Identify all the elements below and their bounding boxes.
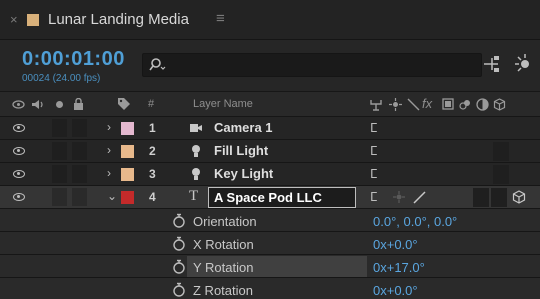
layer-number: 2 [149,144,156,158]
layer-number: 1 [149,121,156,135]
property-row-z-rotation[interactable]: Z Rotation 0x+0.0° [0,278,540,299]
layer-label-color[interactable] [121,168,134,181]
property-value[interactable]: 0x+17.0° [373,260,425,275]
solo-switch[interactable] [52,142,67,160]
layer-row-camera[interactable]: › 1 Camera 1 ⵎ [0,117,540,140]
property-name: Orientation [193,214,257,229]
solo-switch[interactable] [52,188,67,206]
audio-icon[interactable] [31,99,44,110]
stopwatch-icon[interactable] [172,213,186,228]
motion-blur-icon[interactable] [459,98,472,111]
expand-chevron-icon[interactable]: › [107,143,111,157]
expand-chevron-icon[interactable]: › [107,120,111,134]
property-row-y-rotation[interactable]: Y Rotation 0x+17.0° [0,255,540,278]
lock-switch[interactable] [72,142,87,160]
layer-number: 4 [149,190,156,204]
shy-switch-icon[interactable] [392,190,406,204]
light-bulb-icon [192,168,200,180]
parent-pickwhip-icon[interactable]: ⵎ [370,144,377,158]
lock-switch[interactable] [72,165,87,183]
timeline-toolbar: 0:00:01:00 00024 (24.00 fps) [0,40,540,92]
layer-number: 3 [149,167,156,181]
camera-icon [190,124,202,132]
layer-label-color[interactable] [121,145,134,158]
text-layer-icon: T [189,188,199,204]
3d-layer-icon[interactable] [512,190,526,204]
composition-color-swatch [27,14,39,26]
draft-3d-icon[interactable] [514,53,536,75]
3d-layer-switch[interactable] [493,142,509,161]
quality-switch-icon[interactable] [412,190,426,204]
lock-switch[interactable] [72,188,87,206]
search-icon [149,58,166,71]
layer-label-color[interactable] [121,122,134,135]
adjustment-layer-switch[interactable] [473,188,489,207]
layer-name[interactable]: A Space Pod LLC [214,190,322,205]
frame-count-display: 00024 (24.00 fps) [22,73,101,84]
property-value[interactable]: 0x+0.0° [373,237,418,252]
visibility-eye-icon[interactable] [13,124,25,132]
property-row-orientation[interactable]: Orientation 0.0°, 0.0°, 0.0° [0,209,540,232]
visibility-eye-icon[interactable] [13,170,25,178]
eye-icon[interactable] [12,100,25,109]
frame-blending-icon[interactable] [442,98,454,110]
stopwatch-icon[interactable] [172,259,186,274]
expand-chevron-icon[interactable]: › [107,166,111,180]
parent-pickwhip-icon[interactable]: ⵎ [370,167,377,181]
solo-switch[interactable] [52,119,67,137]
light-bulb-icon [192,145,200,157]
panel-menu-icon[interactable]: ≡ [216,10,225,27]
visibility-eye-icon[interactable] [13,147,25,155]
panel-tab-bar: × Lunar Landing Media ≡ [0,0,540,40]
property-value[interactable]: 0x+0.0° [373,283,418,298]
parent-pickwhip-icon[interactable] [369,98,383,111]
label-tag-icon[interactable] [117,97,131,111]
layer-name[interactable]: Camera 1 [214,120,273,135]
property-name: Z Rotation [193,283,253,298]
property-name: Y Rotation [193,260,254,275]
layer-row-text[interactable]: ⌄ 4 T A Space Pod LLC ⵎ [0,186,540,209]
layer-row-key-light[interactable]: › 3 Key Light ⵎ [0,163,540,186]
shy-switch-icon[interactable] [389,98,402,111]
panel-title[interactable]: Lunar Landing Media [48,11,189,28]
stopwatch-icon[interactable] [172,282,186,297]
property-value[interactable]: 0.0°, 0.0°, 0.0° [373,214,457,229]
layer-name-column-header[interactable]: Layer Name [193,98,253,110]
current-time-display[interactable]: 0:00:01:00 [22,48,125,71]
parent-pickwhip-icon[interactable]: ⵎ [370,121,377,135]
property-row-x-rotation[interactable]: X Rotation 0x+0.0° [0,232,540,255]
layer-column-header: # Layer Name fx [0,92,540,117]
number-column-header[interactable]: # [148,98,154,110]
collapse-chevron-icon[interactable]: ⌄ [107,189,117,203]
layer-name[interactable]: Key Light [214,166,273,181]
layer-name-edit-field[interactable]: A Space Pod LLC [208,187,356,208]
solo-switch[interactable] [52,165,67,183]
layer-name[interactable]: Fill Light [214,143,268,158]
property-name: X Rotation [193,237,254,252]
close-tab-icon[interactable]: × [10,12,18,27]
lock-switch[interactable] [72,119,87,137]
visibility-eye-icon[interactable] [13,193,25,201]
solo-icon[interactable] [55,100,64,109]
layer-label-color[interactable] [121,191,134,204]
layer-search-input[interactable] [142,53,482,77]
lock-icon[interactable] [73,98,84,110]
stopwatch-icon[interactable] [172,236,186,251]
3d-layer-icon[interactable] [493,98,506,111]
3d-layer-switch[interactable] [493,165,509,184]
effects-switch-icon[interactable]: fx [422,96,432,111]
adjustment-layer-icon[interactable] [476,98,489,111]
motion-blur-switch[interactable] [491,188,507,207]
parent-pickwhip-icon[interactable]: ⵎ [370,190,377,204]
composition-flowchart-icon[interactable] [480,53,502,75]
quality-switch-icon[interactable] [407,98,420,111]
layer-row-fill-light[interactable]: › 2 Fill Light ⵎ [0,140,540,163]
